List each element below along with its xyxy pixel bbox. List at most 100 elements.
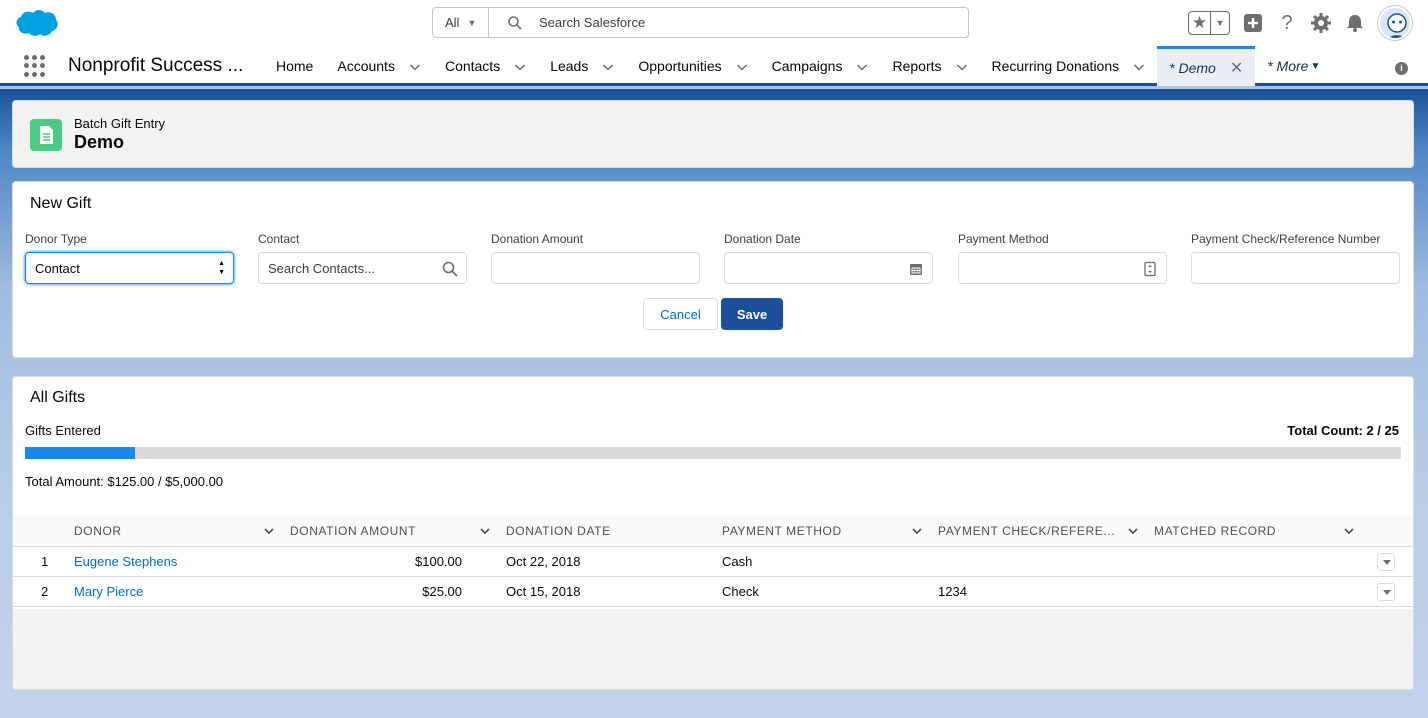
column-header[interactable]: DONATION DATE	[506, 515, 611, 547]
gifts-table: DONOR DONATION AMOUNT DONATION DATE PAYMENT…	[13, 515, 1413, 607]
nav-item-recurring-donations[interactable]: Recurring Donations	[980, 46, 1158, 86]
nav-item-contacts[interactable]: Contacts	[433, 46, 538, 86]
notifications-button[interactable]	[1344, 12, 1366, 34]
user-avatar-icon	[1387, 13, 1407, 38]
nav-items: Home Accounts Contacts Leads Opportunities Ca…	[264, 46, 1332, 86]
gifts-progress-bar	[25, 447, 1401, 459]
payment-method-field: Payment Method	[958, 232, 1167, 284]
cancel-button[interactable]: Cancel	[643, 298, 718, 330]
nav-item-label: Campaigns	[771, 58, 843, 74]
avatar[interactable]	[1378, 6, 1412, 40]
page-eyebrow: Batch Gift Entry	[74, 116, 166, 131]
chevron-down-icon[interactable]	[856, 60, 868, 72]
chevron-down-icon[interactable]	[479, 515, 491, 547]
nav-item-label: Leads	[550, 58, 589, 74]
donor-type-value: Contact	[35, 261, 80, 276]
all-gifts-title: All Gifts	[30, 389, 86, 406]
nav-tab-demo[interactable]: * Demo ✕	[1157, 46, 1256, 86]
new-gift-card: New Gift Donor Type Contact ▲ ▼ Contact S…	[12, 181, 1414, 358]
nav-item-leads[interactable]: Leads	[538, 46, 626, 86]
chevron-down-icon[interactable]	[263, 515, 275, 547]
nav-item-label: Accounts	[337, 58, 395, 74]
donation-amount-input[interactable]	[491, 252, 700, 284]
nav-item-label: Recurring Donations	[991, 58, 1120, 74]
donation-amount-cell: $100.00	[415, 554, 462, 569]
nav-item-campaigns[interactable]: Campaigns	[760, 46, 881, 86]
gear-icon	[1311, 13, 1331, 33]
column-header-label: PAYMENT CHECK/REFERE...	[938, 524, 1116, 538]
add-icon	[1244, 14, 1262, 32]
chevron-down-icon[interactable]	[911, 515, 923, 547]
global-search[interactable]: All ▼ Search Salesforce	[432, 7, 969, 38]
donation-date-cell: Oct 22, 2018	[506, 554, 581, 569]
donor-type-field: Donor Type Contact ▲ ▼	[25, 232, 234, 284]
chevron-down-icon[interactable]	[602, 60, 614, 72]
nav-more-menu[interactable]: * More ▼	[1255, 46, 1332, 86]
chevron-down-icon[interactable]	[409, 60, 421, 72]
chevron-down-icon[interactable]	[956, 60, 968, 72]
donor-link[interactable]: Mary Pierce	[74, 584, 143, 599]
batch-gift-entry-icon	[30, 119, 62, 151]
global-actions-button[interactable]	[1242, 12, 1264, 34]
chevron-down-icon[interactable]	[736, 60, 748, 72]
table-header: DONOR DONATION AMOUNT DONATION DATE PAYMENT…	[13, 515, 1413, 547]
donor-link[interactable]: Eugene Stephens	[74, 554, 177, 569]
calendar-icon[interactable]	[908, 261, 924, 277]
donation-date-cell: Oct 15, 2018	[506, 584, 581, 599]
donation-amount-field: Donation Amount	[491, 232, 700, 284]
contact-placeholder: Search Contacts...	[268, 261, 375, 276]
page-title: Demo	[74, 132, 125, 152]
contact-lookup-input[interactable]: Search Contacts...	[258, 252, 467, 284]
column-header-label: DONATION DATE	[506, 524, 611, 538]
app-nav-bar: Nonprofit Success ... Home Accounts Contac…	[0, 46, 1428, 86]
table-row: 1 Eugene Stephens $100.00 Oct 22, 2018 Cash	[13, 547, 1413, 577]
setup-button[interactable]	[1310, 12, 1332, 34]
search-scope-select[interactable]: All ▼	[433, 8, 489, 37]
column-header[interactable]: DONATION AMOUNT	[290, 515, 416, 547]
question-icon: ?	[1281, 11, 1293, 34]
column-header[interactable]: PAYMENT CHECK/REFERE...	[938, 515, 1115, 547]
field-label: Donation Date	[724, 232, 801, 246]
payment-reference-input[interactable]	[1191, 252, 1400, 284]
payment-method-select[interactable]	[958, 252, 1167, 284]
nav-item-label: Reports	[892, 58, 942, 74]
favorites-button[interactable]: ★ ▼	[1188, 11, 1230, 35]
salesforce-logo[interactable]	[15, 8, 59, 38]
chevron-down-icon[interactable]	[1133, 60, 1145, 72]
page-header: Batch Gift Entry Demo	[12, 100, 1414, 168]
nav-item-reports[interactable]: Reports	[880, 46, 979, 86]
row-actions-button[interactable]	[1377, 553, 1395, 571]
row-actions-button[interactable]	[1377, 583, 1395, 601]
column-header[interactable]: DONOR	[74, 515, 122, 547]
select-arrows-icon: ▲ ▼	[218, 260, 225, 276]
app-launcher-icon[interactable]	[24, 55, 46, 77]
new-gift-title: New Gift	[30, 195, 92, 212]
app-name: Nonprofit Success ...	[68, 55, 244, 76]
gifts-entered-label: Gifts Entered	[25, 423, 101, 438]
column-header[interactable]: MATCHED RECORD	[1154, 515, 1276, 547]
row-number: 2	[41, 584, 49, 599]
info-icon[interactable]: i	[1395, 62, 1408, 75]
help-button[interactable]: ?	[1276, 12, 1298, 34]
column-header[interactable]: PAYMENT METHOD	[722, 515, 842, 547]
star-icon: ★	[1189, 12, 1211, 34]
chevron-down-icon[interactable]	[1127, 515, 1139, 547]
donation-date-input[interactable]	[724, 252, 933, 284]
chevron-down-icon[interactable]	[1343, 515, 1355, 547]
chevron-down-icon[interactable]	[514, 60, 526, 72]
donor-type-select[interactable]: Contact ▲ ▼	[25, 252, 234, 284]
nav-tab-label: * Demo	[1169, 59, 1216, 76]
nav-item-label: Home	[276, 58, 314, 74]
nav-item-accounts[interactable]: Accounts	[325, 46, 433, 86]
search-input[interactable]: Search Salesforce	[539, 15, 645, 30]
field-label: Payment Check/Reference Number	[1191, 232, 1381, 246]
payment-reference-cell: 1234	[938, 584, 967, 599]
close-icon[interactable]: ✕	[1230, 58, 1243, 78]
nav-item-opportunities[interactable]: Opportunities	[626, 46, 759, 86]
search-icon	[508, 16, 522, 30]
nav-item-home[interactable]: Home	[264, 46, 325, 86]
save-button[interactable]: Save	[721, 298, 783, 330]
header-utility-icons: ★ ▼ ?	[1188, 6, 1412, 40]
row-number: 1	[41, 554, 49, 569]
donation-amount-cell: $25.00	[422, 584, 462, 599]
